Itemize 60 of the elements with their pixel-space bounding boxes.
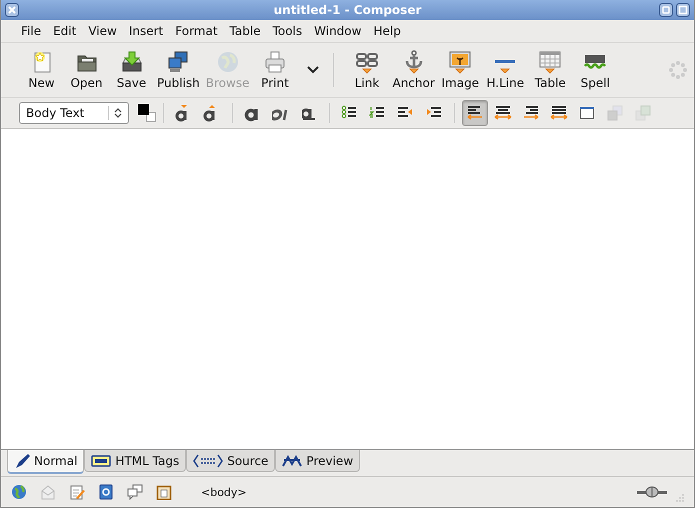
align-left-icon (466, 104, 484, 122)
toolbar-button[interactable]: Publish (154, 48, 203, 92)
layers-icon (606, 104, 624, 122)
pen-icon (14, 453, 30, 469)
mode-tab[interactable]: HTML Tags (84, 450, 186, 472)
element-path: <body> (201, 486, 247, 498)
globe-icon (216, 50, 240, 74)
mode-tab[interactable]: Normal (7, 450, 84, 474)
updown-icon (114, 107, 122, 119)
underline-icon (302, 106, 316, 120)
toolbar-button[interactable]: Table (528, 48, 573, 92)
image-icon (448, 50, 472, 74)
angle-brackets-icon (193, 452, 224, 468)
window-icon (578, 104, 596, 122)
window-title: untitled-1 - Composer (274, 3, 422, 17)
mode-tab[interactable]: Preview (275, 450, 360, 472)
speech-bubbles-icon[interactable] (127, 484, 143, 500)
menu-item[interactable]: Window (308, 22, 368, 40)
toolbar-button[interactable]: Open (64, 48, 109, 92)
chain-icon (354, 50, 379, 74)
toolbar-button[interactable]: Anchor (389, 48, 438, 92)
chevron-down-icon (307, 66, 320, 74)
toolbar-button[interactable]: Image (438, 48, 483, 92)
toolbar-button[interactable]: H.Line (482, 48, 528, 92)
calendar-icon[interactable] (156, 484, 172, 500)
format-button[interactable] (462, 100, 488, 126)
menu-item[interactable]: File (15, 22, 48, 40)
printer-icon (262, 50, 287, 74)
td-tag-icon (91, 452, 112, 468)
menu-item[interactable]: Insert (122, 22, 170, 40)
horizontal-line-icon (495, 60, 516, 73)
globe-icon[interactable] (11, 484, 27, 500)
notepad-icon[interactable] (69, 484, 85, 500)
close-icon[interactable] (5, 3, 19, 17)
layers-icon (634, 104, 652, 122)
menu-item[interactable]: View (82, 22, 123, 40)
toolbar-button[interactable]: Spell (572, 48, 618, 92)
menu-item[interactable]: Help (367, 22, 407, 40)
throbber-icon (668, 60, 688, 80)
text-color-icon[interactable] (137, 103, 157, 123)
justify-icon (550, 104, 568, 122)
paragraph-style-dropdown[interactable]: Body Text (19, 102, 129, 124)
minimize-icon[interactable] (659, 3, 673, 17)
toolbar-button[interactable]: Link (344, 48, 390, 92)
mode-tab[interactable]: Source (186, 450, 276, 472)
computers-icon (166, 50, 190, 74)
toolbar-button[interactable]: Save (109, 48, 154, 92)
menu-item[interactable]: Format (169, 22, 224, 40)
maximize-icon[interactable] (676, 3, 690, 17)
drive-icon (120, 50, 144, 74)
menu-item[interactable]: Edit (47, 22, 82, 40)
slider-handle-icon[interactable] (637, 486, 667, 498)
toolbar-button[interactable]: Print (252, 48, 298, 92)
table-icon (538, 50, 562, 74)
menu-item[interactable]: Tools (266, 22, 308, 40)
resize-grip-icon[interactable] (674, 494, 684, 504)
align-center-icon (494, 104, 512, 122)
menu-item[interactable]: Table (224, 22, 267, 40)
align-right-icon (522, 104, 540, 122)
toolbar-button[interactable]: New (19, 48, 64, 92)
